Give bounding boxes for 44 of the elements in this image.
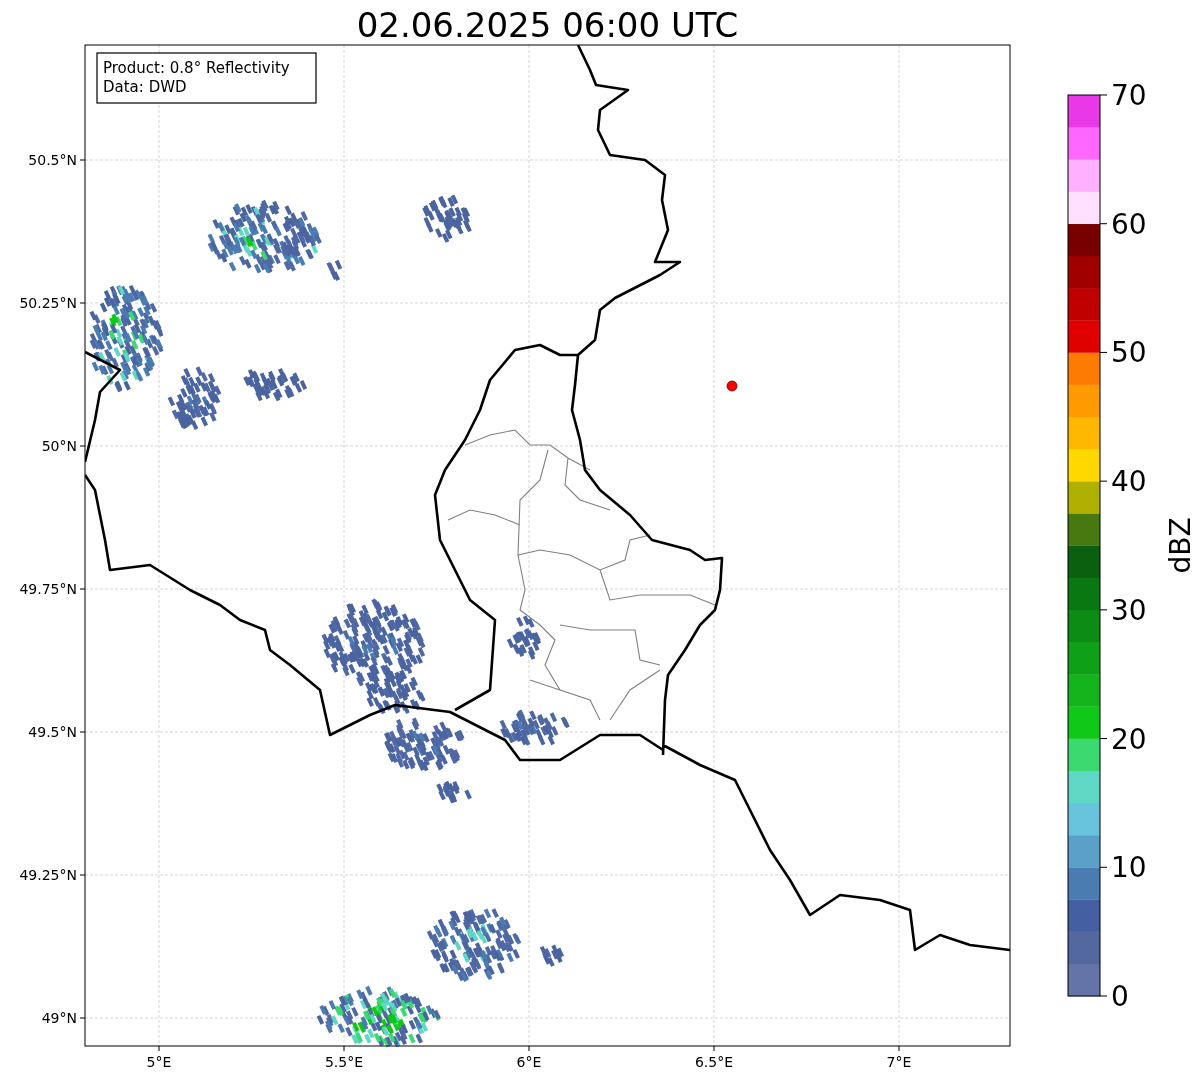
axis-tick-label: 7°E xyxy=(886,1054,912,1070)
tick-mark xyxy=(1099,94,1108,96)
tick-mark xyxy=(79,588,86,590)
tick-mark xyxy=(79,302,86,304)
colorbar-tick-label: 40 xyxy=(1111,465,1147,499)
tick-mark xyxy=(79,1017,86,1019)
tick-mark xyxy=(79,874,86,876)
tick-mark xyxy=(713,1045,715,1052)
tick-mark xyxy=(1099,223,1108,225)
info-text: Data: DWD xyxy=(103,78,187,96)
colorbar-tick-label: 60 xyxy=(1111,207,1147,241)
tick-mark xyxy=(79,159,86,161)
tick-mark xyxy=(898,1045,900,1052)
axis-tick-label: 49.25°N xyxy=(19,867,77,883)
tick-mark xyxy=(79,731,86,733)
axis-tick-label: 6°E xyxy=(516,1054,542,1070)
tick-mark xyxy=(1099,738,1108,740)
tick-mark xyxy=(1099,609,1108,611)
colorbar-tick-label: 30 xyxy=(1111,593,1147,627)
axis-tick-label: 49.75°N xyxy=(19,581,77,597)
axis-tick-label: 5°E xyxy=(146,1054,172,1070)
colorbar-label: dBZ xyxy=(1164,517,1197,574)
tick-mark xyxy=(343,1045,345,1052)
figure-title: 02.06.2025 06:00 UTC xyxy=(356,5,739,45)
axis-tick-label: 50.25°N xyxy=(19,295,77,311)
axis-tick-label: 5.5°E xyxy=(324,1054,364,1070)
axis-tick-label: 49.5°N xyxy=(28,724,77,740)
colorbar-tick-label: 20 xyxy=(1111,722,1147,756)
axis-tick-label: 50°N xyxy=(41,438,77,454)
tick-mark xyxy=(1099,866,1108,868)
axis-tick-label: 49°N xyxy=(41,1010,77,1026)
tick-mark xyxy=(79,445,86,447)
axis-tick-label: 50.5°N xyxy=(28,152,77,168)
colorbar-tick-label: 70 xyxy=(1111,79,1147,112)
info-text: Product: 0.8° Reflectivity xyxy=(103,59,290,77)
colorbar-tick-label: 50 xyxy=(1111,336,1147,370)
axis-tick-label: 6.5°E xyxy=(694,1054,734,1070)
colorbar-tick-label: 0 xyxy=(1111,980,1129,1013)
tick-mark xyxy=(158,1045,160,1052)
colorbar-tick-label: 10 xyxy=(1111,851,1147,885)
tick-mark xyxy=(1099,480,1108,482)
tick-mark xyxy=(1099,351,1108,353)
tick-mark xyxy=(528,1045,530,1052)
tick-mark xyxy=(1099,995,1108,997)
